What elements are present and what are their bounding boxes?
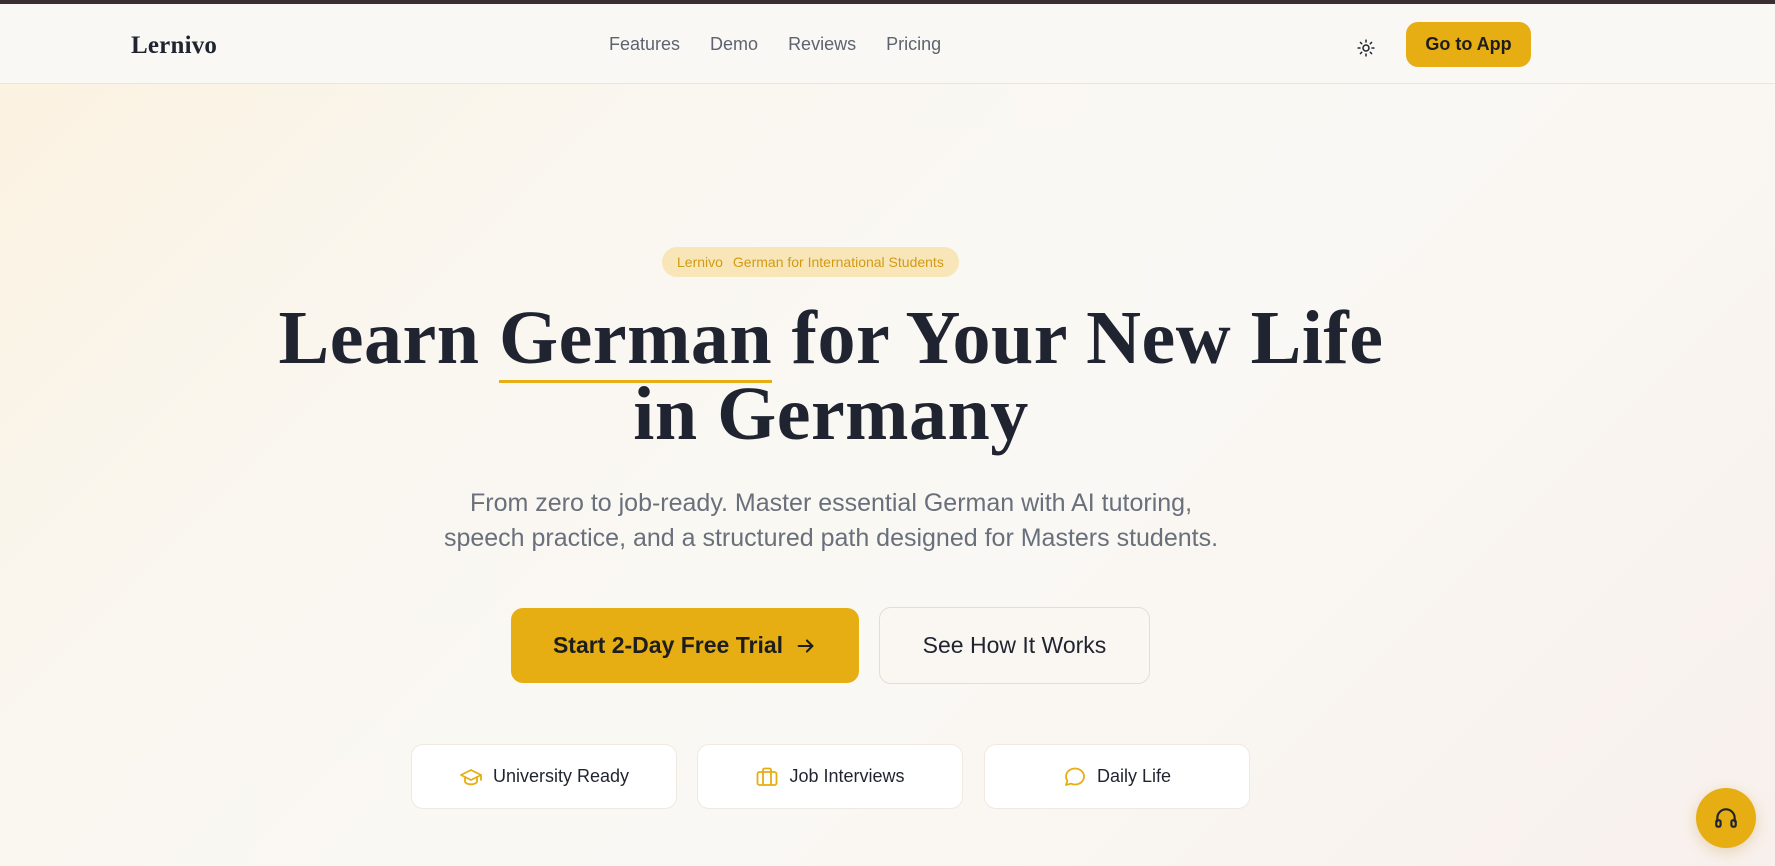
go-to-app-button[interactable]: Go to App — [1406, 22, 1531, 67]
pill-label: Job Interviews — [789, 766, 905, 786]
badge-brand: Lernivo — [677, 254, 723, 270]
nav-pricing[interactable]: Pricing — [886, 34, 941, 55]
logo[interactable]: Lernivo — [131, 32, 217, 60]
title-part1: Learn — [278, 296, 499, 380]
feature-pill-university: University Ready — [411, 744, 677, 809]
site-header: Lernivo Features Demo Reviews Pricing Go… — [0, 4, 1775, 84]
theme-toggle-button[interactable] — [1354, 36, 1378, 60]
nav-reviews[interactable]: Reviews — [788, 34, 856, 55]
start-trial-button[interactable]: Start 2-Day Free Trial — [511, 608, 859, 683]
pill-label: Daily Life — [1096, 766, 1172, 786]
chat-bubble-icon — [1065, 767, 1085, 786]
hero-badge: Lernivo German for International Student… — [662, 247, 959, 277]
hero-title: Learn German for Your New Life in German… — [0, 296, 1662, 452]
hero-subtitle: From zero to job-ready. Master essential… — [0, 486, 1662, 556]
nav-features[interactable]: Features — [609, 34, 680, 55]
nav-demo[interactable]: Demo — [710, 34, 758, 55]
headphones-icon — [1715, 808, 1737, 828]
feature-pill-jobs: Job Interviews — [697, 744, 963, 809]
see-how-it-works-button[interactable]: See How It Works — [879, 607, 1150, 684]
pill-label: University Ready — [492, 766, 630, 786]
start-trial-label: Start 2-Day Free Trial — [552, 632, 784, 658]
title-part2: for Your New Life — [772, 296, 1384, 380]
sun-icon — [1357, 39, 1375, 57]
support-chat-button[interactable] — [1696, 788, 1756, 848]
briefcase-icon — [757, 767, 778, 786]
graduation-cap-icon — [460, 768, 482, 785]
badge-text: German for International Students — [732, 254, 944, 270]
title-highlight: German — [498, 296, 773, 383]
arrow-right-icon — [797, 638, 814, 653]
subtitle-line2: speech practice, and a structured path d… — [443, 524, 1219, 552]
subtitle-line1: From zero to job-ready. Master essential… — [469, 489, 1193, 517]
main-nav: Features Demo Reviews Pricing — [609, 34, 941, 55]
title-line2: in Germany — [633, 372, 1029, 456]
feature-pill-daily-life: Daily Life — [984, 744, 1250, 809]
